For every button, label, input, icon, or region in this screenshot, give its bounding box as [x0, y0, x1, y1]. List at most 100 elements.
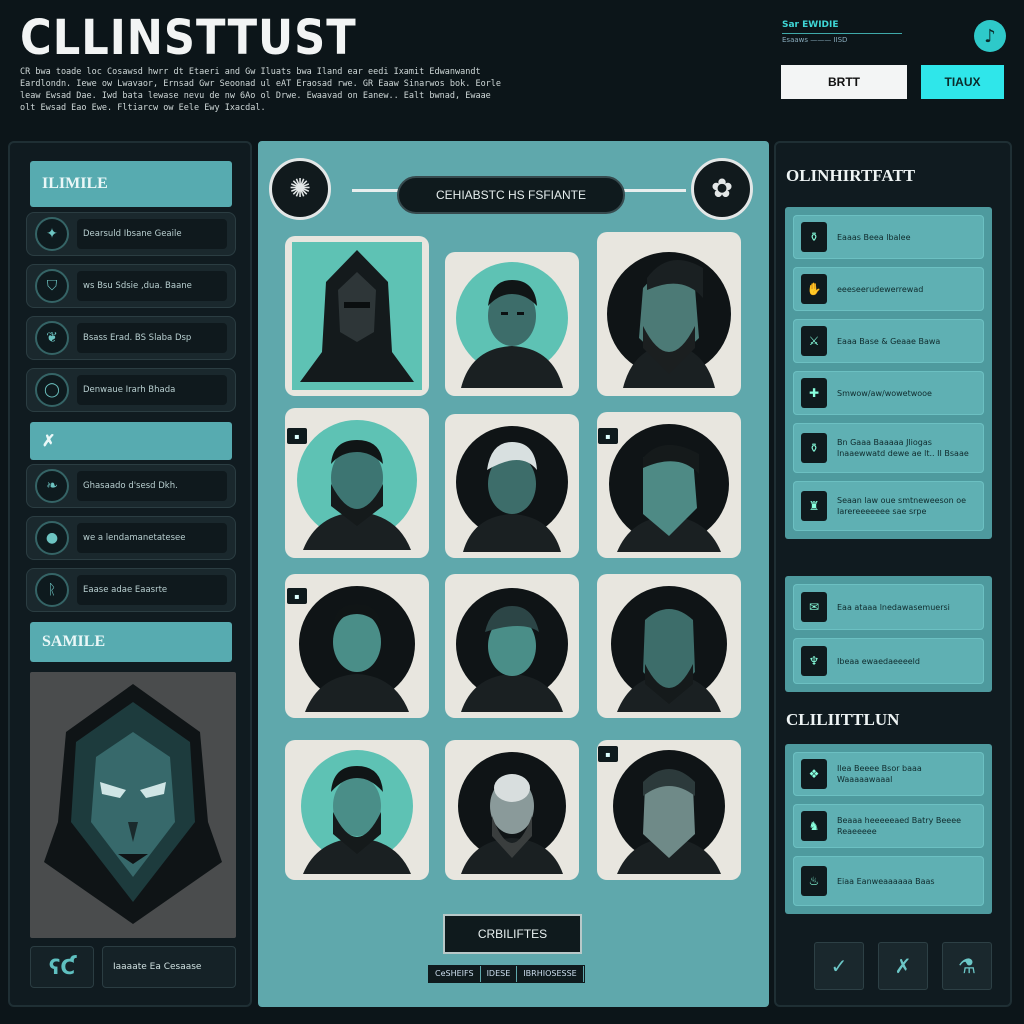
list-item-label: Beaaa heeeeeaed Batry Beeee Reaeeeee	[837, 816, 962, 836]
right-group-2: ✉ Eaa ataaa lnedawasemuersi ♆ Ibeaa ewae…	[785, 576, 992, 692]
top-meta-subtitle: Esaaws ——— IISD	[782, 36, 848, 44]
sidebar-item-label: Bsass Erad. BS Slaba Dsp	[77, 323, 227, 353]
character-card[interactable]	[597, 740, 741, 880]
character-portrait	[597, 574, 741, 718]
tab-1[interactable]: CeSHEIFS	[429, 966, 481, 982]
section-header-1[interactable]: ILIMILE	[30, 161, 232, 207]
tab-3[interactable]: IBRHIOSESSE	[517, 966, 584, 982]
character-portrait	[445, 414, 579, 558]
sidebar-item[interactable]: ✦ Dearsuld Ibsane Geaile	[26, 212, 236, 256]
list-item[interactable]: ♆ Ibeaa ewaedaeeeeld	[793, 638, 984, 684]
cancel-icon[interactable]: ✗	[878, 942, 928, 990]
character-portrait	[597, 232, 741, 396]
sidebar-item-label: Eaase adae Eaasrte	[77, 575, 227, 605]
left-list-1: ✦ Dearsuld Ibsane Geaile ⛉ ws Bsu Sdsie …	[26, 212, 236, 412]
character-card[interactable]	[597, 574, 741, 718]
flame-icon: ♨	[801, 866, 827, 896]
vase-icon: ⚱	[801, 433, 827, 463]
sigil-icon[interactable]: ʕƇ	[30, 946, 94, 988]
list-item-label: Eiaa Eanweaaaaaa Baas	[837, 876, 935, 886]
list-item-label: Eaaas Beea lbalee	[837, 232, 911, 242]
orb-icon: ●	[35, 521, 69, 555]
ring-icon: ◯	[35, 373, 69, 407]
list-item-label: Eaa ataaa lnedawasemuersi	[837, 602, 950, 612]
sidebar-item[interactable]: ● we a lendamanetatesee	[26, 516, 236, 560]
bat-icon: ♞	[801, 811, 827, 841]
wings-icon: ❦	[35, 321, 69, 355]
sidebar-item[interactable]: ❦ Bsass Erad. BS Slaba Dsp	[26, 316, 236, 360]
list-item[interactable]: ✋ eeeseerudewerrewad	[793, 267, 984, 311]
app-title: CLLINSTTUST	[20, 10, 357, 66]
character-card[interactable]	[445, 574, 579, 718]
sidebar-item-label: Ghasaado d'sesd Dkh.	[77, 471, 227, 501]
character-portrait	[597, 740, 741, 880]
left-list-2: ❧ Ghasaado d'sesd Dkh. ● we a lendamanet…	[26, 464, 236, 612]
list-item-label: Seaan law oue smtneweeson oe Iarereeeeee…	[837, 496, 967, 516]
list-item[interactable]: ✚ Smwow/aw/wowetwooe	[793, 371, 984, 415]
character-card[interactable]	[285, 236, 429, 396]
potion-icon[interactable]: ⚗	[942, 942, 992, 990]
sidebar-item-label: ws Bsu Sdsie ,dua. Baane	[77, 271, 227, 301]
list-item[interactable]: ♨ Eiaa Eanweaaaaaa Baas	[793, 856, 984, 906]
character-portrait	[285, 236, 429, 396]
list-item[interactable]: ⚱ Eaaas Beea lbalee	[793, 215, 984, 259]
secondary-button[interactable]: TIAUX	[921, 65, 1004, 99]
section-header-2[interactable]: ✗	[30, 422, 232, 460]
character-card[interactable]	[597, 232, 741, 396]
list-item[interactable]: ⚱ Bn Gaaa Baaaaa Jliogas lnaaewwatd dewe…	[793, 423, 984, 473]
list-item-label: Ilea Beeee Bsor baaa Waaaaawaaal	[837, 764, 922, 784]
right-group-1: ⚱ Eaaas Beea lbalee ✋ eeeseerudewerrewad…	[785, 207, 992, 539]
sidebar-item[interactable]: ◯ Denwaue Irarh Bhada	[26, 368, 236, 412]
sidebar-item[interactable]: ⛉ ws Bsu Sdsie ,dua. Baane	[26, 264, 236, 308]
list-item[interactable]: ♞ Beaaa heeeeeaed Batry Beeee Reaeeeee	[793, 804, 984, 848]
wolf-icon: ✦	[35, 217, 69, 251]
rune-icon: ᚱ	[35, 573, 69, 607]
character-card[interactable]	[597, 412, 741, 558]
bottom-left-label[interactable]: Iaaaate Ea Cesaase	[102, 946, 236, 988]
confirm-button[interactable]: CRBILIFTES	[443, 914, 582, 954]
sidebar-item[interactable]: ❧ Ghasaado d'sesd Dkh.	[26, 464, 236, 508]
bottom-left-row: ʕƇ Iaaaate Ea Cesaase	[30, 946, 236, 988]
right-group-3: ❖ Ilea Beeee Bsor baaa Waaaaawaaal ♞ Bea…	[785, 744, 992, 914]
hooded-figure-portrait	[30, 672, 236, 938]
character-card[interactable]	[285, 740, 429, 880]
top-meta-title: Sar EWIDIE	[782, 20, 839, 30]
list-item[interactable]: ♜ Seaan law oue smtneweeson oe Iarereeee…	[793, 481, 984, 531]
character-card[interactable]	[445, 414, 579, 558]
confirm-icon[interactable]: ✓	[814, 942, 864, 990]
right-action-buttons: ✓ ✗ ⚗	[814, 942, 992, 990]
list-item[interactable]: ❖ Ilea Beeee Bsor baaa Waaaaawaaal	[793, 752, 984, 796]
primary-button[interactable]: BRTT	[781, 65, 907, 99]
emblem-right-icon[interactable]: ✿	[691, 158, 753, 220]
list-item-label: eeeseerudewerrewad	[837, 284, 924, 294]
emblem-left-icon[interactable]: ✺	[269, 158, 331, 220]
hand-icon: ✋	[801, 274, 827, 304]
sidebar-item-label: Dearsuld Ibsane Geaile	[77, 219, 227, 249]
list-item-label: Smwow/aw/wowetwooe	[837, 388, 932, 398]
sidebar-item[interactable]: ᚱ Eaase adae Eaasrte	[26, 568, 236, 612]
tab-2[interactable]: IDESE	[480, 966, 518, 982]
intro-text: CR bwa toade loc Cosawsd hwrr dt Etaeri …	[20, 67, 502, 113]
list-item[interactable]: ⚔ Eaaa Base & Geaae Bawa	[793, 319, 984, 363]
character-portrait	[597, 412, 741, 558]
panel-title-pill: CEHIABSTC HS FSFIANTE	[397, 176, 625, 214]
character-card[interactable]	[445, 740, 579, 880]
character-portrait	[285, 740, 429, 880]
divider	[782, 33, 902, 34]
sidebar-item-label: Denwaue Irarh Bhada	[77, 375, 227, 405]
card-tag: ▪	[598, 428, 618, 444]
sidebar-item-label: we a lendamanetatesee	[77, 523, 227, 553]
jar-icon: ⚱	[801, 222, 827, 252]
claw-icon: ⚔	[801, 326, 827, 356]
character-portrait	[445, 252, 579, 396]
character-portrait	[445, 740, 579, 880]
shield-icon: ⛉	[35, 269, 69, 303]
character-card[interactable]	[445, 252, 579, 396]
section-header-3[interactable]: SAMILE	[30, 622, 232, 662]
card-tag: ▪	[598, 746, 618, 762]
music-note-icon[interactable]: ♪	[974, 20, 1006, 52]
list-item[interactable]: ✉ Eaa ataaa lnedawasemuersi	[793, 584, 984, 630]
card-tag: ▪	[287, 588, 307, 604]
cross-icon: ✚	[801, 378, 827, 408]
trident-icon: ♆	[801, 646, 827, 676]
